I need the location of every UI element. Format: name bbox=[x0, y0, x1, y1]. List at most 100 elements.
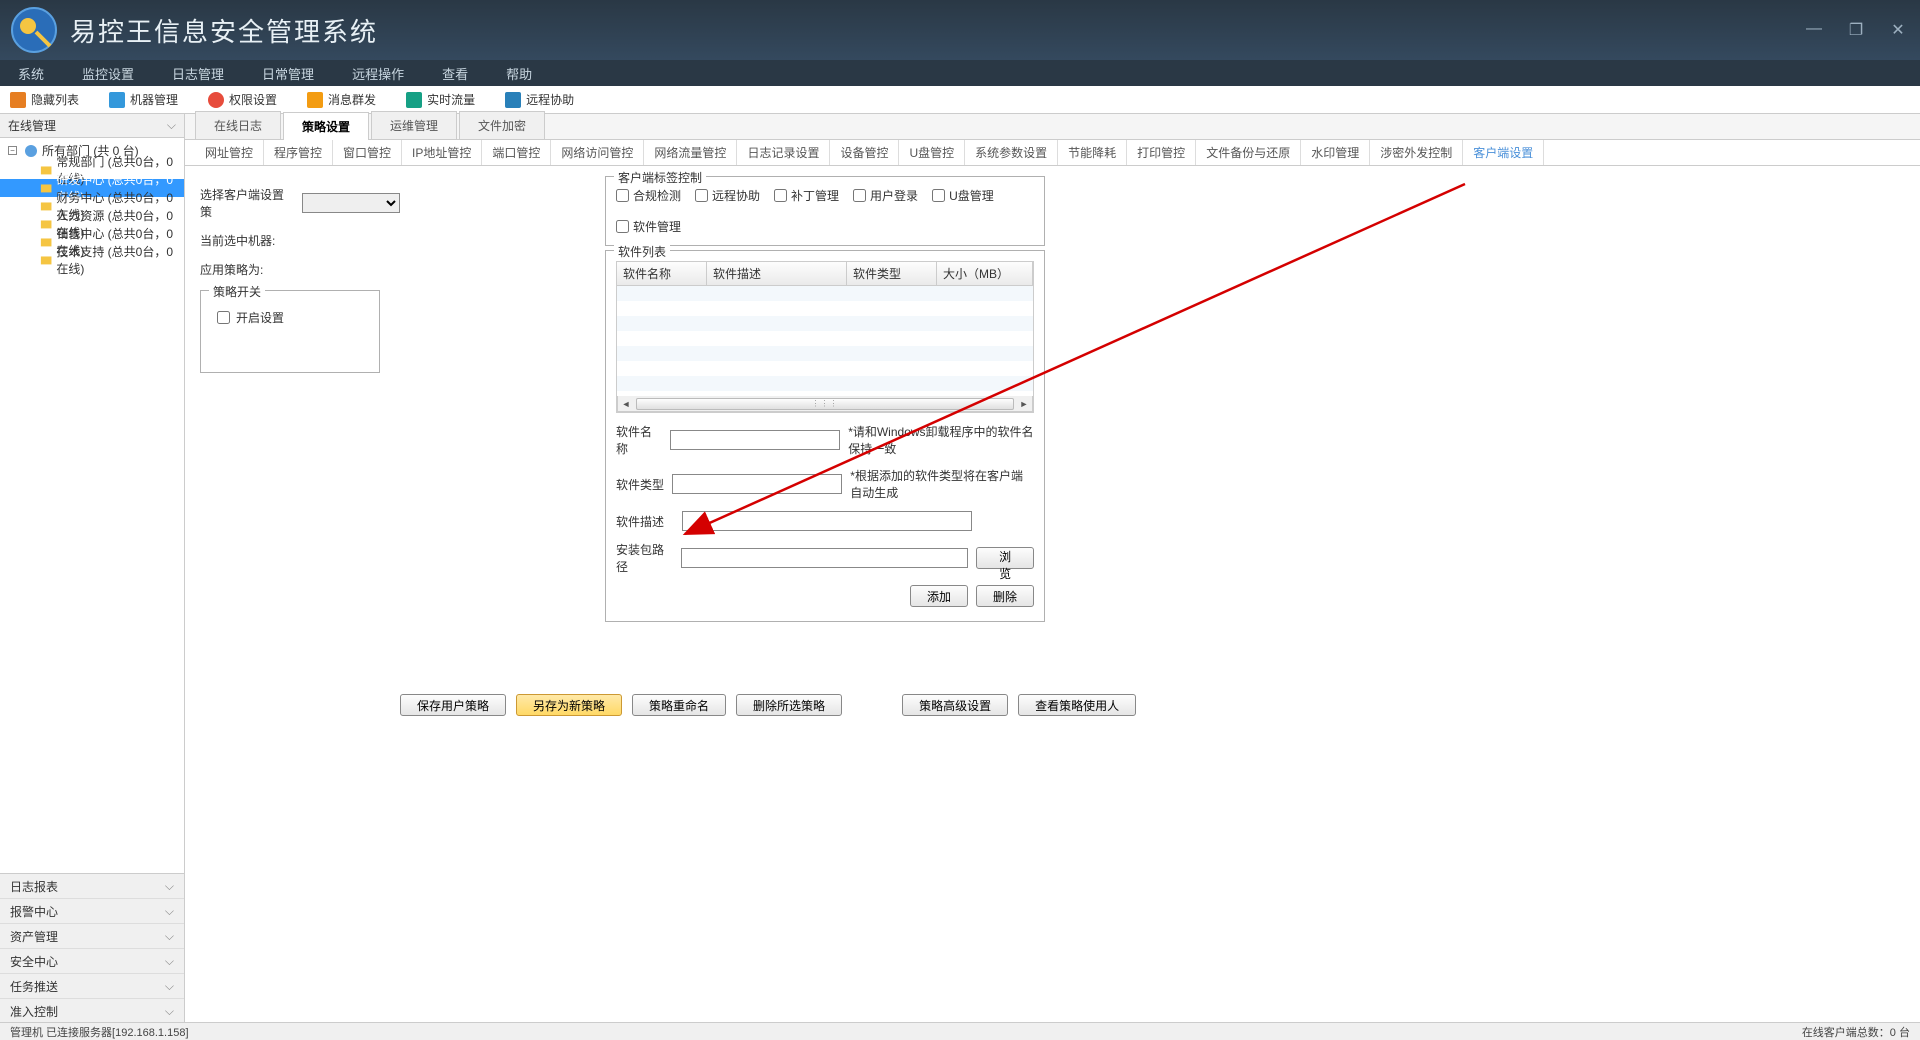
check-usb[interactable]: U盘管理 bbox=[932, 187, 994, 204]
accordion-alarm[interactable]: 报警中心⌵ bbox=[0, 899, 184, 924]
status-right: 在线客户端总数：0 台 bbox=[1802, 1024, 1910, 1040]
content: 在线日志 策略设置 运维管理 文件加密 网址管控 程序管控 窗口管控 IP地址管… bbox=[185, 114, 1920, 1024]
maximize-button[interactable]: ❐ bbox=[1844, 20, 1868, 40]
subtab-net-access[interactable]: 网络访问管控 bbox=[551, 140, 644, 165]
accordion-log-report[interactable]: 日志报表⌵ bbox=[0, 874, 184, 899]
subtab-program[interactable]: 程序管控 bbox=[264, 140, 333, 165]
tab-policy-settings[interactable]: 策略设置 bbox=[283, 112, 369, 140]
hint-type: *根据添加的软件类型将在客户端自动生成 bbox=[850, 467, 1034, 501]
scroll-left-icon[interactable]: ◄ bbox=[618, 397, 634, 411]
menu-daily[interactable]: 日常管理 bbox=[262, 64, 314, 83]
tab-online-log[interactable]: 在线日志 bbox=[195, 111, 281, 139]
menu-view[interactable]: 查看 bbox=[442, 64, 468, 83]
h-scrollbar[interactable]: ◄ ⋮⋮⋮ ► bbox=[617, 396, 1033, 412]
soft-path-label: 安装包路径 bbox=[616, 541, 673, 575]
check-compliance[interactable]: 合规检测 bbox=[616, 187, 681, 204]
tab-ops-mgmt[interactable]: 运维管理 bbox=[371, 111, 457, 139]
tool-permission[interactable]: 权限设置 bbox=[208, 91, 277, 108]
sidebar-header[interactable]: 在线管理⌵ bbox=[0, 114, 184, 138]
subtab-watermark[interactable]: 水印管理 bbox=[1301, 140, 1370, 165]
soft-type-label: 软件类型 bbox=[616, 476, 664, 493]
save-policy-button[interactable]: 保存用户策略 bbox=[400, 694, 506, 716]
menu-remote[interactable]: 远程操作 bbox=[352, 64, 404, 83]
subtab-energy[interactable]: 节能降耗 bbox=[1058, 140, 1127, 165]
delete-policy-button[interactable]: 删除所选策略 bbox=[736, 694, 842, 716]
menu-system[interactable]: 系统 bbox=[18, 64, 44, 83]
tool-hide-list[interactable]: 隐藏列表 bbox=[10, 91, 79, 108]
view-policy-users-button[interactable]: 查看策略使用人 bbox=[1018, 694, 1136, 716]
menu-log[interactable]: 日志管理 bbox=[172, 64, 224, 83]
menu-monitor[interactable]: 监控设置 bbox=[82, 64, 134, 83]
close-button[interactable]: ✕ bbox=[1886, 20, 1910, 40]
soft-path-input[interactable] bbox=[681, 548, 968, 568]
software-table-body[interactable] bbox=[617, 286, 1033, 396]
enable-settings-checkbox[interactable]: 开启设置 bbox=[213, 301, 367, 362]
tree-item-dept[interactable]: 技术支持 (总共0台，0在线) bbox=[0, 251, 184, 269]
check-patch[interactable]: 补丁管理 bbox=[774, 187, 839, 204]
chevron-down-icon: ⌵ bbox=[167, 118, 176, 133]
folder-icon bbox=[40, 217, 52, 231]
subtab-usb[interactable]: U盘管控 bbox=[899, 140, 965, 165]
titlebar: 易控王信息安全管理系统 — ❐ ✕ bbox=[0, 0, 1920, 60]
subtab-url[interactable]: 网址管控 bbox=[195, 140, 264, 165]
subtab-print[interactable]: 打印管控 bbox=[1127, 140, 1196, 165]
saveas-policy-button[interactable]: 另存为新策略 bbox=[516, 694, 622, 716]
tool-remote-assist[interactable]: 远程协助 bbox=[505, 91, 574, 108]
folder-icon bbox=[40, 199, 52, 213]
subtab-sysparam[interactable]: 系统参数设置 bbox=[965, 140, 1058, 165]
add-button[interactable]: 添加 bbox=[910, 585, 968, 607]
subtab-log-record[interactable]: 日志记录设置 bbox=[737, 140, 830, 165]
subtab-secret-out[interactable]: 涉密外发控制 bbox=[1370, 140, 1463, 165]
browse-button[interactable]: 浏览 bbox=[976, 547, 1034, 569]
check-software[interactable]: 软件管理 bbox=[616, 218, 681, 235]
col-size[interactable]: 大小（MB） bbox=[937, 262, 1033, 285]
collapse-icon[interactable]: − bbox=[8, 146, 17, 155]
scroll-thumb[interactable]: ⋮⋮⋮ bbox=[636, 398, 1014, 410]
toolbar: 隐藏列表 机器管理 权限设置 消息群发 实时流量 远程协助 bbox=[0, 86, 1920, 114]
policy-select[interactable] bbox=[302, 193, 400, 213]
subtab-net-traffic[interactable]: 网络流量管控 bbox=[644, 140, 737, 165]
chevron-down-icon: ⌵ bbox=[165, 979, 174, 994]
menubar: 系统 监控设置 日志管理 日常管理 远程操作 查看 帮助 bbox=[0, 60, 1920, 86]
tool-traffic[interactable]: 实时流量 bbox=[406, 91, 475, 108]
soft-desc-input[interactable] bbox=[682, 511, 972, 531]
col-name[interactable]: 软件名称 bbox=[617, 262, 707, 285]
accordion-security[interactable]: 安全中心⌵ bbox=[0, 949, 184, 974]
accordion-asset[interactable]: 资产管理⌵ bbox=[0, 924, 184, 949]
rename-policy-button[interactable]: 策略重命名 bbox=[632, 694, 726, 716]
subtab-client-settings[interactable]: 客户端设置 bbox=[1463, 140, 1544, 165]
tool-machine-mgmt[interactable]: 机器管理 bbox=[109, 91, 178, 108]
col-desc[interactable]: 软件描述 bbox=[707, 262, 847, 285]
soft-type-input[interactable] bbox=[672, 474, 842, 494]
software-table: 软件名称 软件描述 软件类型 大小（MB） ◄ ⋮⋮⋮ ► bbox=[616, 261, 1034, 413]
delete-button[interactable]: 删除 bbox=[976, 585, 1034, 607]
apply-policy-label: 应用策略为: bbox=[200, 261, 295, 278]
subtab-ip[interactable]: IP地址管控 bbox=[402, 140, 482, 165]
folder-icon bbox=[40, 163, 52, 177]
main-tabs: 在线日志 策略设置 运维管理 文件加密 bbox=[185, 114, 1920, 140]
subtab-device[interactable]: 设备管控 bbox=[830, 140, 899, 165]
tool-broadcast[interactable]: 消息群发 bbox=[307, 91, 376, 108]
subtab-window[interactable]: 窗口管控 bbox=[333, 140, 402, 165]
accordion-access[interactable]: 准入控制⌵ bbox=[0, 999, 184, 1024]
advanced-policy-button[interactable]: 策略高级设置 bbox=[902, 694, 1008, 716]
accordion-task[interactable]: 任务推送⌵ bbox=[0, 974, 184, 999]
enable-checkbox[interactable] bbox=[217, 311, 230, 324]
chevron-down-icon: ⌵ bbox=[165, 904, 174, 919]
sidebar: 在线管理⌵ − 所有部门 (共 0 台) 常规部门 (总共0台，0在线) 研发中… bbox=[0, 114, 185, 1024]
folder-icon bbox=[40, 253, 52, 267]
col-type[interactable]: 软件类型 bbox=[847, 262, 937, 285]
subtab-port[interactable]: 端口管控 bbox=[482, 140, 551, 165]
menu-help[interactable]: 帮助 bbox=[506, 64, 532, 83]
minimize-button[interactable]: — bbox=[1802, 20, 1826, 40]
check-userlogin[interactable]: 用户登录 bbox=[853, 187, 918, 204]
scroll-right-icon[interactable]: ► bbox=[1016, 397, 1032, 411]
hint-name: *请和Windows卸载程序中的软件名保持一致 bbox=[848, 423, 1034, 457]
soft-name-input[interactable] bbox=[670, 430, 840, 450]
soft-desc-label: 软件描述 bbox=[616, 513, 674, 530]
subtab-backup[interactable]: 文件备份与还原 bbox=[1196, 140, 1301, 165]
chevron-down-icon: ⌵ bbox=[165, 1004, 174, 1019]
policy-switch-fieldset: 策略开关 开启设置 bbox=[200, 290, 380, 373]
check-remote[interactable]: 远程协助 bbox=[695, 187, 760, 204]
tab-file-encrypt[interactable]: 文件加密 bbox=[459, 111, 545, 139]
